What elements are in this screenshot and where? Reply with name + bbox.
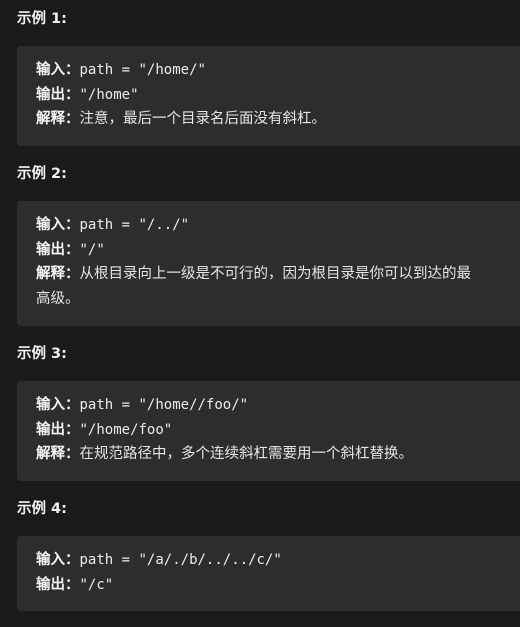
input-label: 输入： (36, 217, 80, 233)
output-value: "/" (79, 241, 105, 258)
example-2-heading: 示例 2: (17, 166, 67, 182)
example-1-heading: 示例 1: (17, 11, 67, 27)
input-value: path = "/a/./b/../../c/" (79, 552, 282, 568)
example-2-explanation-continued: 高级。 (36, 287, 520, 312)
input-value: path = "/../" (79, 217, 190, 233)
output-label: 输出： (36, 241, 80, 258)
example-1-explanation: 解释：注意，最后一个目录名后面没有斜杠。 (36, 107, 520, 132)
output-label: 输出： (36, 576, 80, 593)
input-value: path = "/home//foo/" (79, 397, 249, 413)
example-4-input: 输入：path = "/a/./b/../../c/" (36, 548, 520, 573)
input-label: 输入： (36, 62, 80, 78)
explanation-text: 注意，最后一个目录名后面没有斜杠。 (79, 111, 327, 128)
example-4-box: 输入：path = "/a/./b/../../c/" 输出："/c" (17, 536, 520, 611)
output-value: "/home" (79, 86, 139, 103)
input-label: 输入： (36, 397, 80, 413)
example-1-input: 输入：path = "/home/" (36, 58, 520, 83)
example-3-box: 输入：path = "/home//foo/" 输出："/home/foo" 解… (17, 381, 520, 481)
input-value: path = "/home/" (79, 62, 206, 78)
example-3-heading: 示例 3: (17, 346, 67, 362)
explanation-label: 解释： (36, 111, 80, 128)
explanation-label: 解释： (36, 446, 80, 463)
example-2-input: 输入：path = "/../" (36, 213, 520, 238)
output-label: 输出： (36, 421, 80, 438)
explanation-text: 在规范路径中，多个连续斜杠需要用一个斜杠替换。 (79, 446, 414, 463)
example-2-box: 输入：path = "/../" 输出："/" 解释：从根目录向上一级是不可行的… (17, 201, 520, 326)
explanation-label: 解释： (36, 266, 80, 283)
example-3-output: 输出："/home/foo" (36, 418, 520, 443)
example-1-box: 输入：path = "/home/" 输出："/home" 解释：注意，最后一个… (17, 46, 520, 146)
output-value: "/home/foo" (79, 421, 173, 438)
example-2-output: 输出："/" (36, 238, 520, 263)
example-2-explanation: 解释：从根目录向上一级是不可行的，因为根目录是你可以到达的最 (36, 262, 520, 287)
explanation-text: 从根目录向上一级是不可行的，因为根目录是你可以到达的最 (79, 266, 472, 283)
example-4-output: 输出："/c" (36, 573, 520, 598)
example-4-heading: 示例 4: (17, 501, 67, 517)
example-1-output: 输出："/home" (36, 83, 520, 108)
input-label: 输入： (36, 552, 80, 568)
explanation-text-continued: 高级。 (36, 290, 80, 307)
output-value: "/c" (79, 576, 114, 593)
example-3-explanation: 解释：在规范路径中，多个连续斜杠需要用一个斜杠替换。 (36, 442, 520, 467)
example-3-input: 输入：path = "/home//foo/" (36, 393, 520, 418)
output-label: 输出： (36, 86, 80, 103)
